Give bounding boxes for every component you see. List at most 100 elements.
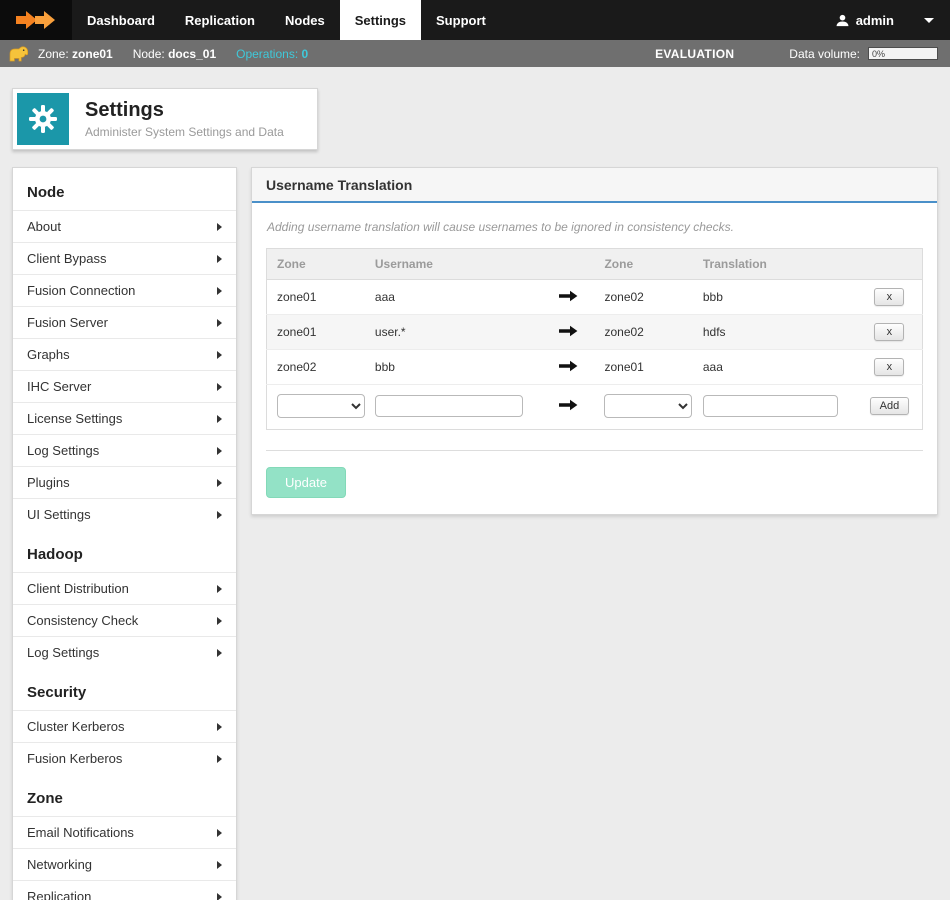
translation-cell: aaa [693,350,857,385]
wandisco-logo-icon[interactable] [0,0,72,40]
delete-row-button[interactable]: x [874,288,904,306]
sidebar-item-graphs[interactable]: Graphs [13,338,236,370]
user-menu[interactable]: admin [835,0,894,40]
nav-item-nodes[interactable]: Nodes [270,0,340,40]
column-header-actions [857,249,923,280]
translation-table: Zone Username Zone Translation zone01 [266,248,923,430]
zone-status: Zone: zone01 [38,47,113,61]
app-window: Dashboard Replication Nodes Settings Sup… [0,0,950,900]
data-volume-label: Data volume: [789,47,860,61]
sidebar-item-about[interactable]: About [13,210,236,242]
to-zone-cell: zone02 [594,315,692,350]
sidebar-section-security: Security [13,668,236,710]
chevron-right-icon [217,755,222,763]
nav-item-settings[interactable]: Settings [340,0,421,40]
sidebar-item-log-settings-hadoop[interactable]: Log Settings [13,636,236,668]
zone-select-right[interactable] [604,394,692,418]
sidebar-item-fusion-server[interactable]: Fusion Server [13,306,236,338]
translation-cell: bbb [693,280,857,315]
column-header-username: Username [365,249,542,280]
chevron-right-icon [217,415,222,423]
panel-divider [266,450,923,451]
page-header: Settings Administer System Settings and … [12,88,318,150]
to-zone-cell: zone01 [594,350,692,385]
new-translation-row: Add [267,385,923,430]
chevron-right-icon [217,861,222,869]
sidebar-item-client-distribution[interactable]: Client Distribution [13,572,236,604]
chevron-right-icon [217,479,222,487]
zone-select-left[interactable] [277,394,365,418]
zone-cell: zone02 [267,350,365,385]
arrow-right-icon [542,350,594,385]
username-cell: aaa [365,280,542,315]
data-volume-progress-bar: 0% [868,47,938,60]
hadoop-elephant-icon [8,45,29,62]
translation-input[interactable] [703,395,838,417]
sidebar-item-plugins[interactable]: Plugins [13,466,236,498]
sidebar-section-hadoop: Hadoop [13,530,236,572]
settings-sidebar: Node About Client Bypass Fusion Connecti… [12,167,237,900]
translation-cell: hdfs [693,315,857,350]
username-cell: bbb [365,350,542,385]
delete-row-button[interactable]: x [874,358,904,376]
sidebar-item-client-bypass[interactable]: Client Bypass [13,242,236,274]
sidebar-item-ihc-server[interactable]: IHC Server [13,370,236,402]
column-header-arrow [542,249,594,280]
page-subtitle: Administer System Settings and Data [85,125,284,139]
evaluation-badge: EVALUATION [655,47,734,61]
translation-row: zone02 bbb zone01 aaa x [267,350,923,385]
sidebar-item-fusion-connection[interactable]: Fusion Connection [13,274,236,306]
panel-title: Username Translation [252,168,937,203]
arrow-right-icon [542,280,594,315]
sidebar-section-zone: Zone [13,774,236,816]
chevron-right-icon [217,585,222,593]
nav-item-replication[interactable]: Replication [170,0,270,40]
add-button[interactable]: Add [870,397,910,415]
arrow-right-icon [542,315,594,350]
user-menu-caret-icon[interactable] [924,18,934,23]
nav-item-dashboard[interactable]: Dashboard [72,0,170,40]
column-header-zone-right: Zone [594,249,692,280]
translation-row: zone01 user.* zone02 hdfs x [267,315,923,350]
zone-cell: zone01 [267,280,365,315]
username-translation-panel: Username Translation Adding username tra… [251,167,938,515]
chevron-right-icon [217,723,222,731]
chevron-right-icon [217,447,222,455]
delete-row-button[interactable]: x [874,323,904,341]
sidebar-section-node: Node [13,168,236,210]
column-header-zone-left: Zone [267,249,365,280]
username-label: admin [856,13,894,28]
chevron-right-icon [217,351,222,359]
top-navbar: Dashboard Replication Nodes Settings Sup… [0,0,950,40]
sidebar-item-networking[interactable]: Networking [13,848,236,880]
column-header-translation: Translation [693,249,857,280]
nav-item-support[interactable]: Support [421,0,501,40]
update-button[interactable]: Update [266,467,346,498]
translation-row: zone01 aaa zone02 bbb x [267,280,923,315]
chevron-right-icon [217,223,222,231]
sidebar-item-fusion-kerberos[interactable]: Fusion Kerberos [13,742,236,774]
main-nav: Dashboard Replication Nodes Settings Sup… [72,0,501,40]
page-title: Settings [85,99,284,122]
to-zone-cell: zone02 [594,280,692,315]
chevron-right-icon [217,287,222,295]
sidebar-item-log-settings[interactable]: Log Settings [13,434,236,466]
sidebar-item-ui-settings[interactable]: UI Settings [13,498,236,530]
operations-status[interactable]: Operations: 0 [236,47,308,61]
chevron-right-icon [217,511,222,519]
data-volume-percent: 0% [872,49,885,59]
chevron-right-icon [217,893,222,900]
chevron-right-icon [217,829,222,837]
arrow-right-icon [542,385,594,430]
panel-note: Adding username translation will cause u… [267,220,922,234]
settings-gear-icon [17,93,69,145]
sidebar-item-replication[interactable]: Replication [13,880,236,900]
sidebar-item-cluster-kerberos[interactable]: Cluster Kerberos [13,710,236,742]
sidebar-item-license-settings[interactable]: License Settings [13,402,236,434]
sidebar-item-consistency-check[interactable]: Consistency Check [13,604,236,636]
username-cell: user.* [365,315,542,350]
username-input[interactable] [375,395,523,417]
sidebar-item-email-notifications[interactable]: Email Notifications [13,816,236,848]
node-status: Node: docs_01 [133,47,216,61]
chevron-right-icon [217,649,222,657]
